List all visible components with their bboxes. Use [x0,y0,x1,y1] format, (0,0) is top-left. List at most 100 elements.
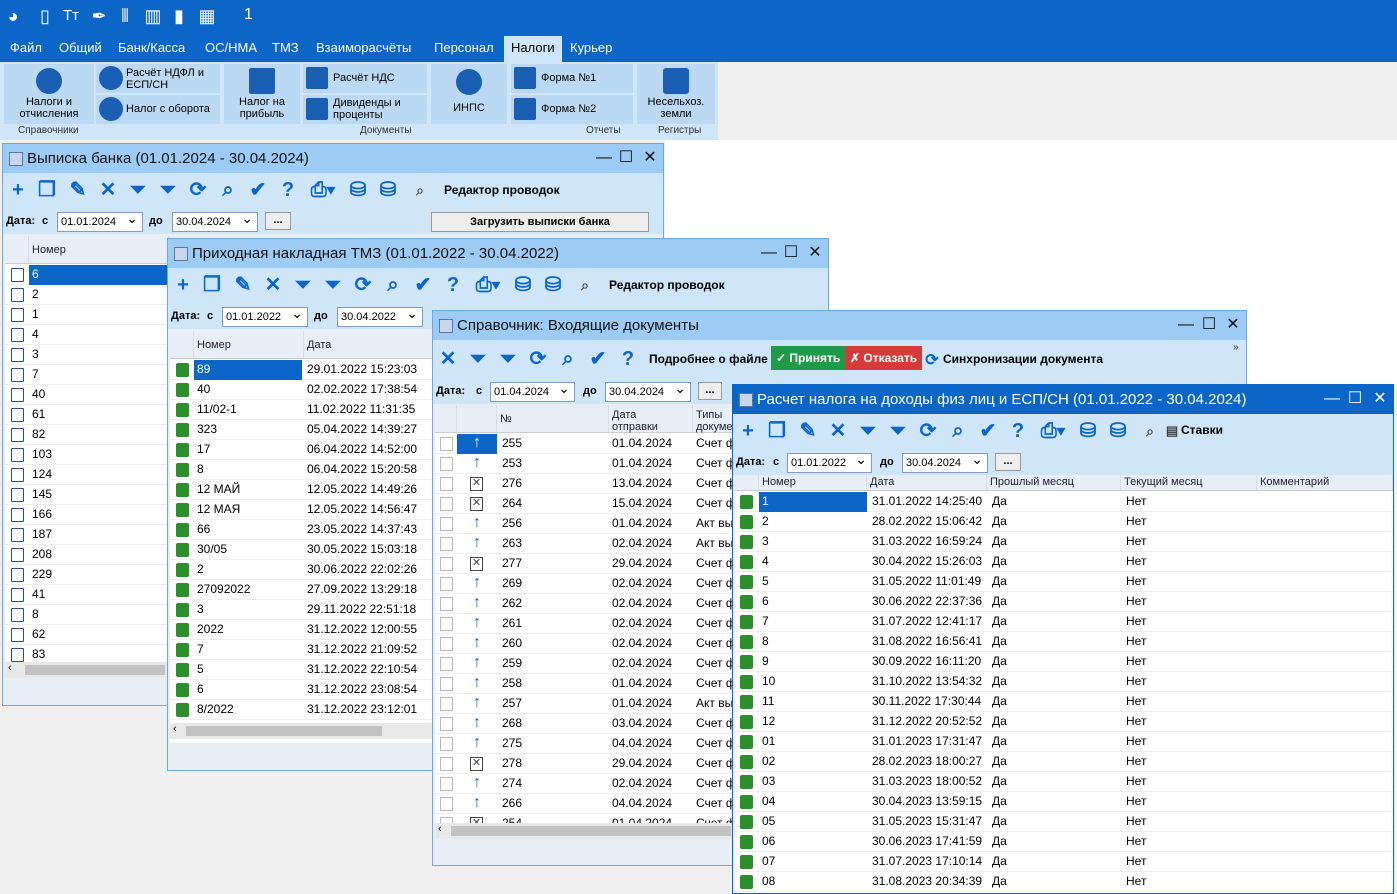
table-row[interactable]: ↑ 25301.04.2024Счет фа [435,454,733,474]
cell-date[interactable]: 31.07.2023 17:10:14 [869,852,987,872]
pen-icon[interactable]: ✒ [88,4,110,28]
table-row[interactable]: 08 31.08.2023 20:34:39 Да Нет [735,872,1393,892]
date-to-input[interactable]: 30.04.2024 [605,379,691,402]
table-row[interactable]: 30/05 30.05.2022 15:03:18 [170,540,436,560]
minimize-icon[interactable]: — [1175,311,1197,339]
table-row[interactable]: 3 29.11.2022 22:51:18 [170,600,436,620]
cell-number[interactable]: 08 [759,872,867,892]
cell-doc-type[interactable]: Счет фа [693,654,733,674]
table-row[interactable]: 6 [5,265,169,285]
cell-date[interactable]: 06.04.2022 14:52:00 [304,440,434,460]
cell-doc-type[interactable]: Акт вып [693,534,733,554]
col-comment[interactable]: Комментарий [1257,475,1393,490]
db-add-icon[interactable]: ⛁ [347,179,369,201]
clear-filter-icon[interactable]: ⏷ [887,420,909,442]
cell-doc-type[interactable]: Акт вып [693,694,733,714]
cell-number[interactable]: 3 [759,532,867,552]
table-row[interactable]: 40 02.02.2022 17:38:54 [170,380,436,400]
cell-sent-date[interactable]: 01.04.2024 [609,454,693,474]
search-icon[interactable]: ⌕ [557,348,579,370]
col-prev-month[interactable]: Прошлый месяц [987,475,1121,490]
cell-number[interactable]: 145 [29,485,169,505]
cell-date[interactable]: 27.09.2022 13:29:18 [304,580,434,600]
edit-icon[interactable]: ✎ [797,420,819,442]
table-row[interactable]: 27092022 27.09.2022 13:29:18 [170,580,436,600]
cell-prev-month[interactable]: Да [989,732,1121,752]
cell-doc-type[interactable]: Счет фа [693,474,733,494]
cell-date[interactable]: 30.06.2022 22:37:36 [869,592,987,612]
table-row[interactable]: ↑ 25701.04.2024Акт вып [435,694,733,714]
table-row[interactable]: ↑ 26604.04.2024Счет фа [435,794,733,814]
table-row[interactable]: 66 23.05.2022 14:37:43 [170,520,436,540]
refresh-icon[interactable]: ⟳ [917,420,939,442]
cell-number[interactable]: 3 [194,600,302,620]
cell-no[interactable]: 277 [499,554,609,574]
cell-cur-month[interactable]: Нет [1123,852,1257,872]
cell-date[interactable]: 12.05.2022 14:49:26 [304,480,434,500]
table-row[interactable]: 323 05.04.2022 14:39:27 [170,420,436,440]
cell-cur-month[interactable]: Нет [1123,532,1257,552]
help-icon[interactable]: ? [1007,420,1029,442]
magnifier-doc-icon[interactable]: ⌕ [574,274,596,296]
table-row[interactable]: 6 30.06.2022 22:37:36 Да Нет [735,592,1393,612]
magnifier-doc-icon[interactable]: ⌕ [1139,420,1161,442]
delete-icon[interactable]: ✕ [97,179,119,201]
magnifier-doc-icon[interactable]: ⌕ [409,179,431,201]
cell-number[interactable]: 40 [29,385,169,405]
table-row[interactable]: 10 31.10.2022 13:54:32 Да Нет [735,672,1393,692]
ribbon-form2-button[interactable]: Форма №2 [511,95,633,124]
cell-number[interactable]: 7 [759,612,867,632]
cell-prev-month[interactable]: Да [989,832,1121,852]
cell-number[interactable]: 01 [759,732,867,752]
cell-doc-type[interactable]: Счет фа [693,674,733,694]
entries-editor-button[interactable]: Редактор проводок [609,278,725,292]
cell-cur-month[interactable]: Нет [1123,572,1257,592]
cell-number[interactable]: 9 [759,652,867,672]
db-remove-icon[interactable]: ⛁ [542,274,564,296]
table-row[interactable]: ✕ 27729.04.2024Счет фа [435,554,733,574]
cell-cur-month[interactable]: Нет [1123,792,1257,812]
filter-icon[interactable]: ⏷ [467,348,489,370]
cell-number[interactable]: 2022 [194,620,302,640]
ribbon-land-button[interactable]: Несельхоз. земли [637,64,715,124]
cell-date[interactable]: 31.12.2022 23:12:01 [304,700,434,720]
cell-date[interactable]: 31.03.2023 18:00:52 [869,772,987,792]
table-row[interactable]: 8 31.08.2022 16:56:41 Да Нет [735,632,1393,652]
cell-number[interactable]: 82 [29,425,169,445]
table-row[interactable]: 7 31.07.2022 12:41:17 Да Нет [735,612,1393,632]
cell-number[interactable]: 8 [759,632,867,652]
table-row[interactable]: 11 30.11.2022 17:30:44 Да Нет [735,692,1393,712]
filter-icon[interactable]: ⏷ [857,420,879,442]
cell-date[interactable]: 06.04.2022 15:20:58 [304,460,434,480]
cell-sent-date[interactable]: 02.04.2024 [609,634,693,654]
filter-icon[interactable]: ⏷ [127,179,149,201]
table-row[interactable]: 01 31.01.2023 17:31:47 Да Нет [735,732,1393,752]
col-cur-month[interactable]: Текущий месяц [1121,475,1257,490]
table-row[interactable]: 06 30.06.2023 17:41:59 Да Нет [735,832,1393,852]
ndfl-calc-window[interactable]: Расчет налога на доходы физ лиц и ЕСП/СН… [732,384,1394,894]
add-icon[interactable]: + [737,420,759,442]
cell-number[interactable]: 27092022 [194,580,302,600]
table-row[interactable]: ↑ 25501.04.2024Счет фа [435,434,733,454]
cell-no[interactable]: 255 [499,434,609,454]
delete-icon[interactable]: ✕ [437,348,459,370]
cell-prev-month[interactable]: Да [989,772,1121,792]
cell-date[interactable]: 30.11.2022 17:30:44 [869,692,987,712]
filter-icon[interactable]: ⏷ [292,274,314,296]
cell-number[interactable]: 12 МАЯ [194,500,302,520]
cell-number[interactable]: 10 [759,672,867,692]
table-row[interactable]: 6 31.12.2022 23:08:54 [170,680,436,700]
ribbon-dividends-button[interactable]: Дивиденды и проценты [303,95,427,124]
cell-date[interactable]: 28.02.2023 18:00:27 [869,752,987,772]
cell-prev-month[interactable]: Да [989,812,1121,832]
db-remove-icon[interactable]: ⛁ [377,179,399,201]
cell-sent-date[interactable]: 02.04.2024 [609,654,693,674]
table-row[interactable]: 12 31.12.2022 20:52:52 Да Нет [735,712,1393,732]
cell-number[interactable]: 02 [759,752,867,772]
table-row[interactable]: 61 [5,405,169,425]
cell-cur-month[interactable]: Нет [1123,512,1257,532]
cell-number[interactable]: 05 [759,812,867,832]
table-row[interactable]: 62 [5,625,169,645]
cell-cur-month[interactable]: Нет [1123,632,1257,652]
table-row[interactable]: ✕ 27613.04.2024Счет фа [435,474,733,494]
